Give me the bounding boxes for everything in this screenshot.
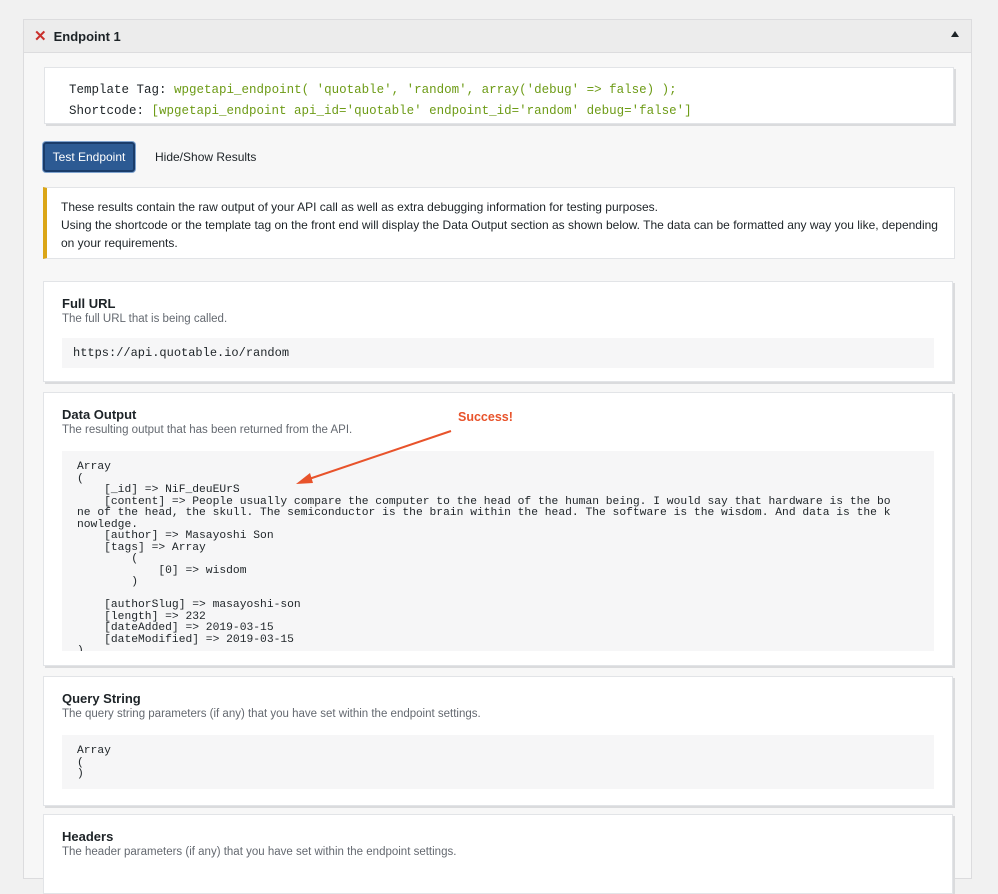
full-url-description: The full URL that is being called. xyxy=(62,313,228,325)
query-string-title: Query String xyxy=(62,691,141,706)
query-string-description: The query string parameters (if any) tha… xyxy=(62,708,481,720)
headers-title: Headers xyxy=(62,829,114,844)
full-url-section: Full URL The full URL that is being call… xyxy=(43,281,953,382)
template-tag-code: wpgetapi_endpoint( 'quotable', 'random',… xyxy=(174,83,677,97)
hide-show-results-button[interactable]: Hide/Show Results xyxy=(155,150,256,164)
headers-description: The header parameters (if any) that you … xyxy=(62,846,457,858)
notice-line-2: Using the shortcode or the template tag … xyxy=(61,218,938,250)
notice-line-1: These results contain the raw output of … xyxy=(61,200,658,214)
success-annotation: Success! xyxy=(458,410,513,424)
template-tag-line: Template Tag: wpgetapi_endpoint( 'quotab… xyxy=(69,80,929,101)
full-url-value: https://api.quotable.io/random xyxy=(62,338,934,368)
query-string-value: Array ( ) xyxy=(62,735,934,789)
template-tag-label: Template Tag: xyxy=(69,83,167,97)
annotation-arrow-icon xyxy=(296,430,452,484)
query-string-section: Query String The query string parameters… xyxy=(43,676,953,806)
triangle-up-icon[interactable] xyxy=(951,31,959,37)
shortcode-code: [wpgetapi_endpoint api_id='quotable' end… xyxy=(151,104,692,118)
endpoint-panel: ✕ Endpoint 1 Template Tag: wpgetapi_endp… xyxy=(23,19,972,894)
shortcode-label: Shortcode: xyxy=(69,104,145,118)
close-x-icon[interactable]: ✕ xyxy=(34,29,47,44)
panel-header[interactable]: ✕ Endpoint 1 xyxy=(24,20,971,53)
shortcode-line: Shortcode: [wpgetapi_endpoint api_id='qu… xyxy=(69,101,929,122)
data-output-value: Array ( [_id] => NiF_deuEUrS [content] =… xyxy=(62,451,934,651)
tag-box: Template Tag: wpgetapi_endpoint( 'quotab… xyxy=(44,67,954,124)
full-url-title: Full URL xyxy=(62,296,116,311)
debug-notice: These results contain the raw output of … xyxy=(43,187,955,259)
data-output-description: The resulting output that has been retur… xyxy=(62,424,353,436)
headers-section: Headers The header parameters (if any) t… xyxy=(43,814,953,894)
test-endpoint-button[interactable]: Test Endpoint xyxy=(43,142,135,172)
panel-title: Endpoint 1 xyxy=(53,28,121,44)
data-output-section: Data Output The resulting output that ha… xyxy=(43,392,953,666)
